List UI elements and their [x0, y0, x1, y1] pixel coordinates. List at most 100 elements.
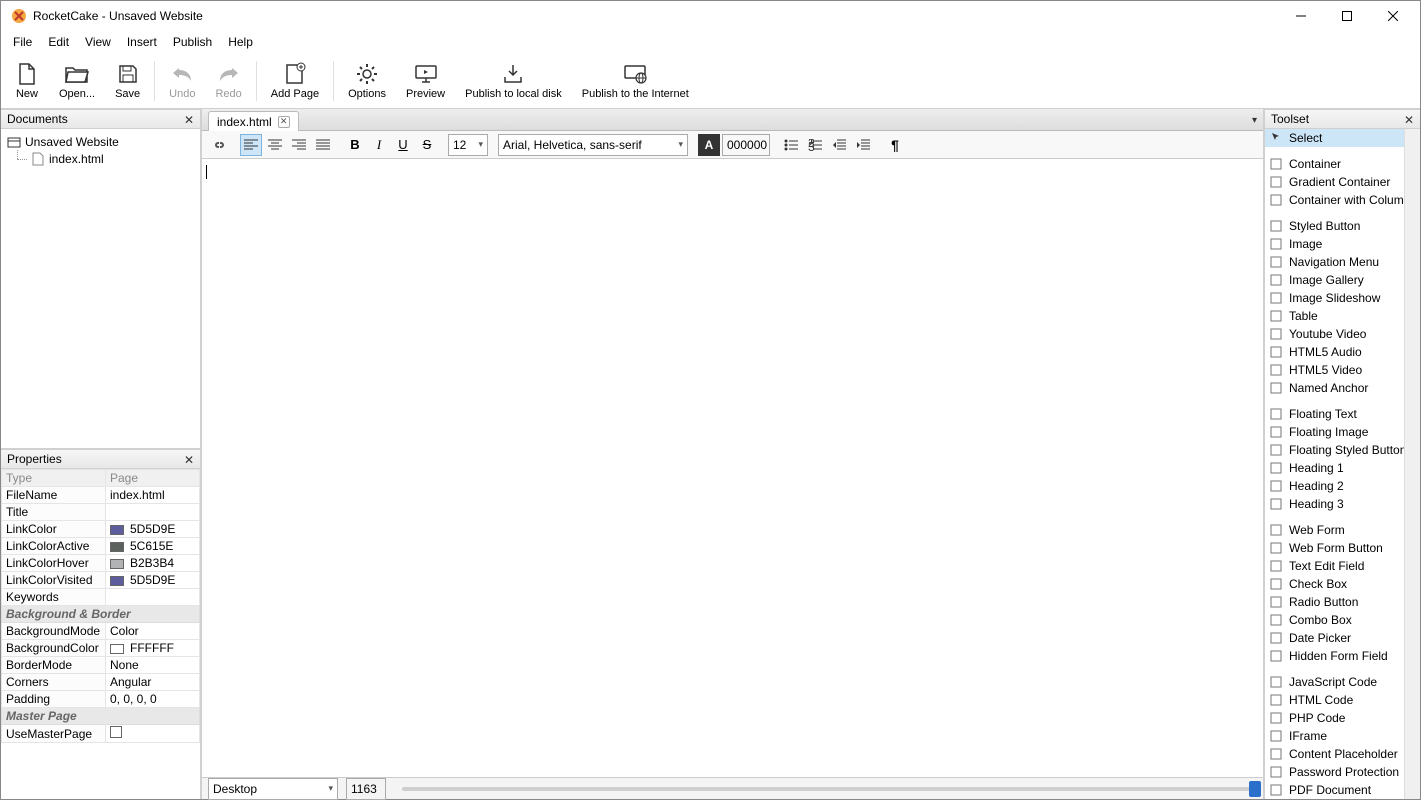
tool-heading-1[interactable]: Heading 1	[1265, 459, 1404, 477]
tab-overflow-icon[interactable]: ▾	[1252, 115, 1257, 126]
menu-view[interactable]: View	[77, 32, 119, 52]
tool-radio-button[interactable]: Radio Button	[1265, 593, 1404, 611]
strikethrough-button[interactable]: S	[416, 134, 438, 156]
minimize-button[interactable]	[1278, 1, 1324, 31]
tool-styled-button[interactable]: Styled Button	[1265, 217, 1404, 235]
paragraph-button[interactable]: ¶	[884, 134, 906, 156]
documents-tree[interactable]: Unsaved Website index.html	[1, 129, 200, 448]
tool-web-form-button[interactable]: Web Form Button	[1265, 539, 1404, 557]
add-page-button[interactable]: Add Page	[261, 55, 329, 107]
bold-button[interactable]: B	[344, 134, 366, 156]
align-right-button[interactable]	[288, 134, 310, 156]
preview-button[interactable]: Preview	[396, 55, 455, 107]
tool-hidden-form-field[interactable]: Hidden Form Field	[1265, 647, 1404, 665]
tool-php-code[interactable]: PHP Code	[1265, 709, 1404, 727]
tool-gradient-container[interactable]: Gradient Container	[1265, 173, 1404, 191]
tool-floating-text[interactable]: Floating Text	[1265, 405, 1404, 423]
tree-project[interactable]: Unsaved Website	[7, 133, 194, 150]
indent-button[interactable]	[852, 134, 874, 156]
tool-content-placeholder[interactable]: Content Placeholder	[1265, 745, 1404, 763]
tool-heading-2[interactable]: Heading 2	[1265, 477, 1404, 495]
property-row[interactable]: FileNameindex.html	[2, 487, 200, 504]
tool-text-edit-field[interactable]: Text Edit Field	[1265, 557, 1404, 575]
tool-table[interactable]: Table	[1265, 307, 1404, 325]
close-icon[interactable]: ✕	[182, 453, 196, 467]
close-icon[interactable]: ✕	[1402, 113, 1416, 127]
property-row[interactable]: UseMasterPage	[2, 725, 200, 743]
editor-canvas[interactable]	[202, 159, 1263, 777]
property-row[interactable]: BackgroundModeColor	[2, 623, 200, 640]
tool-image-gallery[interactable]: Image Gallery	[1265, 271, 1404, 289]
save-button[interactable]: Save	[105, 55, 150, 107]
properties-grid[interactable]: TypePageFileNameindex.htmlTitleLinkColor…	[1, 469, 200, 799]
tab-close-icon[interactable]: ✕	[278, 116, 290, 128]
close-button[interactable]	[1370, 1, 1416, 31]
font-size-select[interactable]: 12	[448, 134, 488, 156]
close-icon[interactable]: ✕	[182, 113, 196, 127]
tool-html5-audio[interactable]: HTML5 Audio	[1265, 343, 1404, 361]
tool-combo-box[interactable]: Combo Box	[1265, 611, 1404, 629]
maximize-button[interactable]	[1324, 1, 1370, 31]
bullet-list-button[interactable]	[780, 134, 802, 156]
link-button[interactable]	[208, 134, 230, 156]
font-color-button[interactable]: A	[698, 134, 720, 156]
scrollbar[interactable]	[1404, 129, 1420, 799]
tool-heading-3[interactable]: Heading 3	[1265, 495, 1404, 513]
tool-html5-video[interactable]: HTML5 Video	[1265, 361, 1404, 379]
tool-navigation-menu[interactable]: Navigation Menu	[1265, 253, 1404, 271]
tab-index[interactable]: index.html ✕	[208, 111, 299, 131]
underline-button[interactable]: U	[392, 134, 414, 156]
menu-edit[interactable]: Edit	[40, 32, 77, 52]
font-family-select[interactable]: Arial, Helvetica, sans-serif	[498, 134, 688, 156]
menu-file[interactable]: File	[5, 32, 40, 52]
tool-html-code[interactable]: HTML Code	[1265, 691, 1404, 709]
slider-thumb[interactable]	[1249, 781, 1261, 797]
font-color-hex[interactable]: 000000	[722, 134, 770, 156]
align-justify-button[interactable]	[312, 134, 334, 156]
tool-container[interactable]: Container	[1265, 155, 1404, 173]
tool-date-picker[interactable]: Date Picker	[1265, 629, 1404, 647]
width-slider[interactable]	[402, 787, 1257, 791]
menu-insert[interactable]: Insert	[119, 32, 165, 52]
tool-web-form[interactable]: Web Form	[1265, 521, 1404, 539]
property-row[interactable]: BorderModeNone	[2, 657, 200, 674]
menu-publish[interactable]: Publish	[165, 32, 220, 52]
property-row[interactable]: Title	[2, 504, 200, 521]
tool-named-anchor[interactable]: Named Anchor	[1265, 379, 1404, 397]
tool-image-slideshow[interactable]: Image Slideshow	[1265, 289, 1404, 307]
options-button[interactable]: Options	[338, 55, 396, 107]
property-row[interactable]: CornersAngular	[2, 674, 200, 691]
align-center-button[interactable]	[264, 134, 286, 156]
outdent-button[interactable]	[828, 134, 850, 156]
property-row[interactable]: LinkColorHoverB2B3B4	[2, 555, 200, 572]
device-select[interactable]: Desktop	[208, 778, 338, 800]
new-button[interactable]: New	[5, 55, 49, 107]
tool-floating-image[interactable]: Floating Image	[1265, 423, 1404, 441]
property-row[interactable]: BackgroundColorFFFFFF	[2, 640, 200, 657]
toolset-list[interactable]: Select ContainerGradient ContainerContain…	[1265, 129, 1404, 799]
tree-page[interactable]: index.html	[7, 150, 194, 167]
tool-select[interactable]: Select	[1265, 129, 1404, 147]
numbered-list-button[interactable]: 123	[804, 134, 826, 156]
tool-javascript-code[interactable]: JavaScript Code	[1265, 673, 1404, 691]
tool-image[interactable]: Image	[1265, 235, 1404, 253]
property-row[interactable]: LinkColorVisited5D5D9E	[2, 572, 200, 589]
publish-internet-button[interactable]: Publish to the Internet	[572, 55, 699, 107]
tool-floating-styled-button[interactable]: Floating Styled Button	[1265, 441, 1404, 459]
tool-password-protection[interactable]: Password Protection	[1265, 763, 1404, 781]
undo-button[interactable]: Undo	[159, 55, 205, 107]
tool-pdf-document[interactable]: PDF Document	[1265, 781, 1404, 799]
canvas-width-input[interactable]: 1163	[346, 778, 386, 800]
open-button[interactable]: Open...	[49, 55, 105, 107]
tool-container-with-columns[interactable]: Container with Columns	[1265, 191, 1404, 209]
tool-youtube-video[interactable]: Youtube Video	[1265, 325, 1404, 343]
align-left-button[interactable]	[240, 134, 262, 156]
publish-local-button[interactable]: Publish to local disk	[455, 55, 572, 107]
redo-button[interactable]: Redo	[205, 55, 251, 107]
property-row[interactable]: LinkColorActive5C615E	[2, 538, 200, 555]
property-row[interactable]: LinkColor5D5D9E	[2, 521, 200, 538]
menu-help[interactable]: Help	[220, 32, 261, 52]
property-row[interactable]: Keywords	[2, 589, 200, 606]
italic-button[interactable]: I	[368, 134, 390, 156]
tool-iframe[interactable]: IFrame	[1265, 727, 1404, 745]
